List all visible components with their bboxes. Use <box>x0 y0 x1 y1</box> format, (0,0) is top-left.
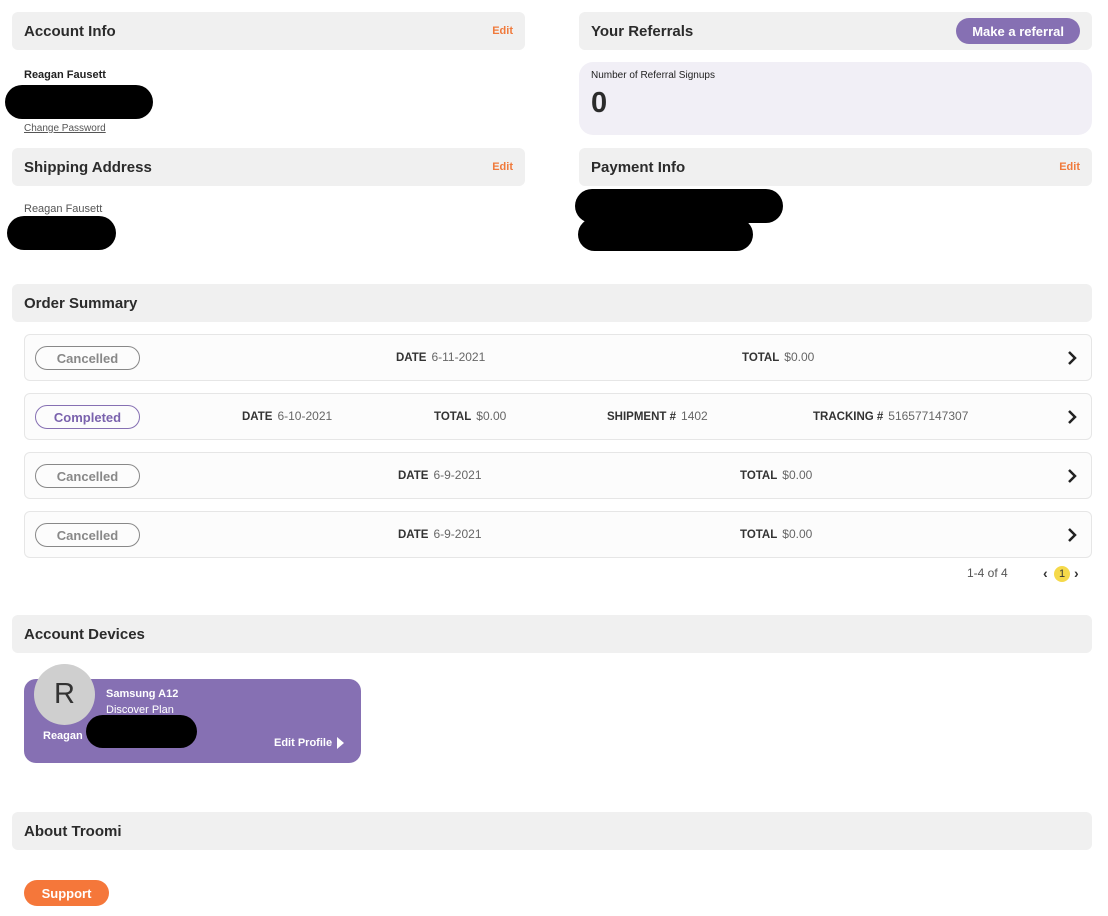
order-row[interactable]: Cancelled DATE 6-11-2021 TOTAL $0.00 <box>24 334 1092 381</box>
order-date: DATE 6-11-2021 <box>396 350 486 364</box>
current-page-indicator[interactable]: 1 <box>1054 566 1070 582</box>
account-info-title: Account Info <box>24 22 116 40</box>
referral-signups-card: Number of Referral Signups 0 <box>579 62 1092 135</box>
order-tracking: TRACKING #516577147307 <box>813 409 969 423</box>
make-referral-button[interactable]: Make a referral <box>956 18 1080 44</box>
support-button[interactable]: Support <box>24 880 109 906</box>
triangle-right-icon <box>337 737 345 749</box>
order-total: TOTAL $0.00 <box>434 409 507 423</box>
device-name: Samsung A12 <box>106 688 179 700</box>
order-summary-title: Order Summary <box>24 294 138 312</box>
device-owner-name: Reagan <box>43 730 83 742</box>
next-page-button[interactable]: › <box>1074 565 1079 581</box>
order-date: DATE 6-9-2021 <box>398 468 482 482</box>
change-password-link[interactable]: Change Password <box>24 123 106 134</box>
referral-signups-label: Number of Referral Signups <box>591 70 715 81</box>
payment-edit-link[interactable]: Edit <box>1059 161 1080 173</box>
referrals-title: Your Referrals <box>591 22 694 40</box>
shipping-edit-link[interactable]: Edit <box>492 161 513 173</box>
order-row[interactable]: Completed DATE 6-10-2021 TOTAL $0.00 SHIPM… <box>24 393 1092 440</box>
order-total: TOTAL $0.00 <box>740 468 813 482</box>
referrals-header: Your Referrals Make a referral <box>579 12 1092 50</box>
redacted-block <box>7 216 116 250</box>
order-date: DATE 6-10-2021 <box>242 409 333 423</box>
avatar: R <box>34 664 95 725</box>
order-total: TOTAL $0.00 <box>740 527 813 541</box>
referral-signups-count: 0 <box>591 87 608 119</box>
account-devices-header: Account Devices <box>12 615 1092 653</box>
payment-header: Payment Info Edit <box>579 148 1092 186</box>
edit-profile-button[interactable]: Edit Profile <box>274 737 345 749</box>
shipping-name: Reagan Fausett <box>24 203 103 215</box>
order-date: DATE 6-9-2021 <box>398 527 482 541</box>
redacted-block <box>86 715 197 748</box>
shipping-title: Shipping Address <box>24 158 152 176</box>
account-devices-title: Account Devices <box>24 625 145 643</box>
edit-profile-label: Edit Profile <box>274 737 333 749</box>
prev-page-button[interactable]: ‹ <box>1043 565 1048 581</box>
order-row[interactable]: Cancelled DATE 6-9-2021 TOTAL $0.00 <box>24 511 1092 558</box>
payment-title: Payment Info <box>591 158 686 176</box>
account-info-header: Account Info Edit <box>12 12 525 50</box>
redacted-block <box>5 85 153 119</box>
order-row[interactable]: Cancelled DATE 6-9-2021 TOTAL $0.00 <box>24 452 1092 499</box>
order-shipment: SHIPMENT #1402 <box>607 409 708 423</box>
account-name: Reagan Fausett <box>24 69 106 81</box>
chevron-right-icon[interactable] <box>1065 526 1079 544</box>
about-header: About Troomi <box>12 812 1092 850</box>
pagination-range: 1-4 of 4 <box>967 566 1008 580</box>
order-summary-header: Order Summary <box>12 284 1092 322</box>
shipping-header: Shipping Address Edit <box>12 148 525 186</box>
order-total: TOTAL $0.00 <box>742 350 815 364</box>
order-status-badge: Cancelled <box>35 346 140 370</box>
about-title: About Troomi <box>24 822 122 840</box>
order-status-badge: Cancelled <box>35 464 140 488</box>
redacted-block <box>578 218 753 251</box>
chevron-right-icon[interactable] <box>1065 349 1079 367</box>
order-status-badge: Cancelled <box>35 523 140 547</box>
account-info-edit-link[interactable]: Edit <box>492 25 513 37</box>
chevron-right-icon[interactable] <box>1065 467 1079 485</box>
chevron-right-icon[interactable] <box>1065 408 1079 426</box>
order-status-badge: Completed <box>35 405 140 429</box>
